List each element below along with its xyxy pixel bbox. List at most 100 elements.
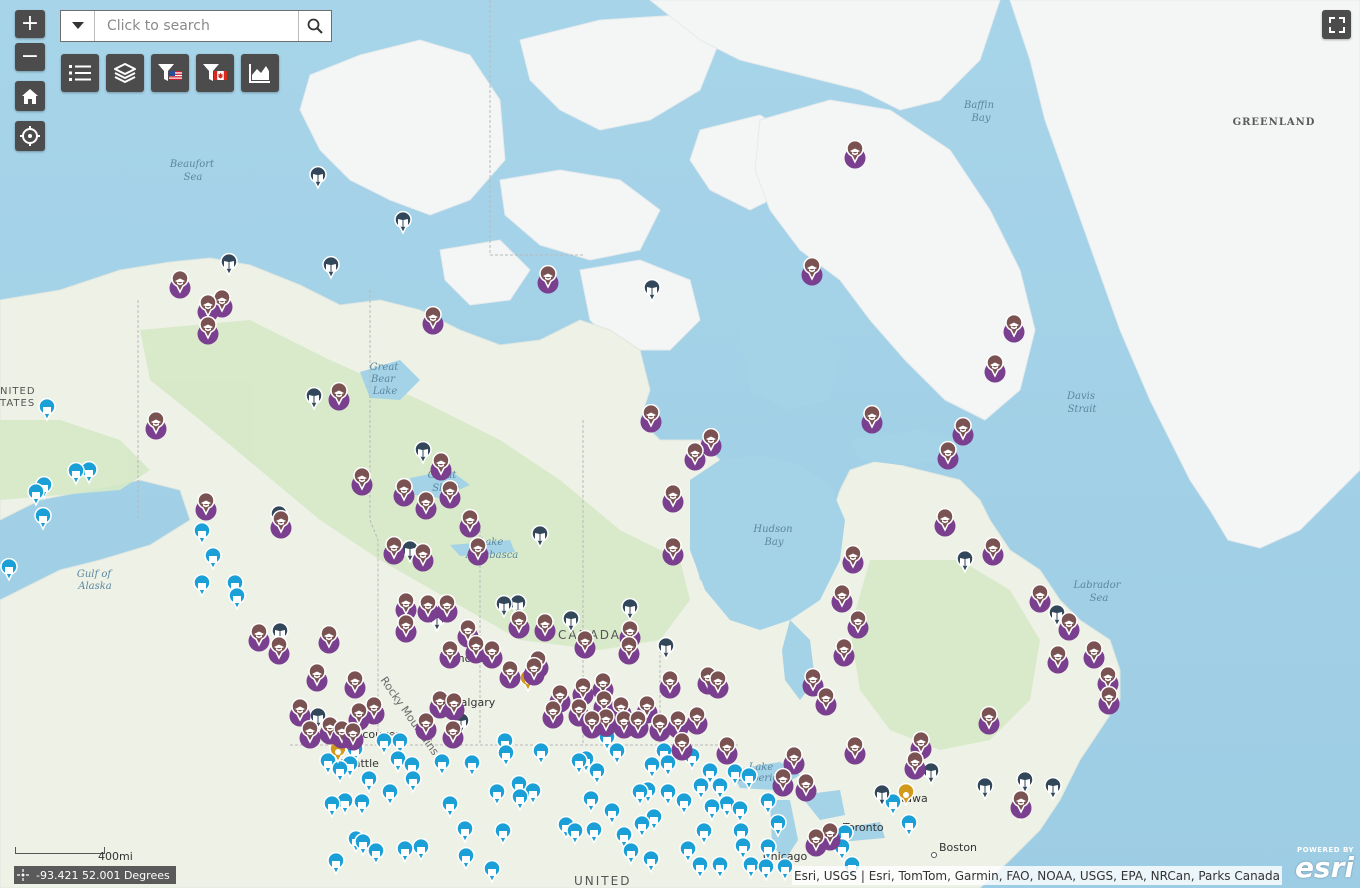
list-button[interactable] <box>61 54 99 92</box>
university-marker[interactable] <box>442 719 464 749</box>
zoom-out-button[interactable]: − <box>15 43 45 71</box>
university-marker[interactable] <box>145 410 167 440</box>
university-marker[interactable] <box>707 669 729 699</box>
university-marker[interactable] <box>195 491 217 521</box>
university-marker[interactable] <box>1003 313 1025 343</box>
university-marker[interactable] <box>801 256 823 286</box>
coordinate-readout[interactable]: -93.421 52.001 Degrees <box>14 866 176 884</box>
university-marker[interactable] <box>328 381 350 411</box>
university-marker[interactable] <box>1047 644 1069 674</box>
university-marker[interactable] <box>671 731 693 761</box>
university-marker[interactable] <box>436 593 458 623</box>
university-marker[interactable] <box>844 735 866 765</box>
university-marker[interactable] <box>523 656 545 686</box>
search-input[interactable] <box>95 11 298 41</box>
university-marker[interactable] <box>270 509 292 539</box>
university-marker[interactable] <box>984 353 1006 383</box>
search-button[interactable] <box>298 11 331 41</box>
university-marker[interactable] <box>415 490 437 520</box>
university-marker[interactable] <box>1010 789 1032 819</box>
esri-logo[interactable]: POWERED BY esri <box>1292 846 1354 886</box>
university-marker[interactable] <box>1058 611 1080 641</box>
university-marker[interactable] <box>772 767 794 797</box>
map-canvas[interactable]: GREENLAND Baffin Bay Beaufort Sea Davis … <box>0 0 1360 888</box>
layers-button[interactable] <box>106 54 144 92</box>
university-marker[interactable] <box>815 686 837 716</box>
university-marker[interactable] <box>542 699 564 729</box>
university-marker[interactable] <box>534 612 556 642</box>
university-marker[interactable] <box>537 264 559 294</box>
university-marker[interactable] <box>467 536 489 566</box>
university-marker[interactable] <box>640 403 662 433</box>
university-marker[interactable] <box>1029 583 1051 613</box>
university-marker[interactable] <box>649 712 671 742</box>
university-marker[interactable] <box>1098 685 1120 715</box>
marker-glyph-icon <box>706 771 714 778</box>
marker-glyph-icon <box>198 531 206 538</box>
university-marker[interactable] <box>700 427 722 457</box>
university-marker[interactable] <box>952 416 974 446</box>
university-marker[interactable] <box>395 613 417 643</box>
university-marker[interactable] <box>847 609 869 639</box>
university-marker[interactable] <box>342 721 364 751</box>
university-marker[interactable] <box>306 662 328 692</box>
university-marker[interactable] <box>169 269 191 299</box>
university-marker[interactable] <box>684 441 706 471</box>
university-marker[interactable] <box>978 705 1000 735</box>
us-filter-button[interactable] <box>151 54 189 92</box>
university-marker[interactable] <box>937 440 959 470</box>
marker-glyph-icon <box>336 769 344 776</box>
marker-glyph-icon <box>764 847 772 854</box>
university-marker[interactable] <box>904 750 926 780</box>
university-marker[interactable] <box>716 735 738 765</box>
university-marker[interactable] <box>627 709 649 739</box>
university-marker[interactable] <box>662 483 684 513</box>
marker-glyph-icon <box>736 809 744 816</box>
university-marker[interactable] <box>443 691 465 721</box>
university-marker[interactable] <box>415 711 437 741</box>
zoom-in-button[interactable]: + <box>15 10 45 38</box>
locate-button[interactable] <box>15 121 45 151</box>
university-marker[interactable] <box>351 466 373 496</box>
fullscreen-button[interactable] <box>1322 10 1351 39</box>
university-marker[interactable] <box>459 508 481 538</box>
university-marker[interactable] <box>574 629 596 659</box>
marker-glyph-icon <box>664 763 672 770</box>
university-marker[interactable] <box>842 544 864 574</box>
university-marker[interactable] <box>618 635 640 665</box>
university-marker[interactable] <box>686 705 708 735</box>
university-marker[interactable] <box>318 624 340 654</box>
university-marker[interactable] <box>833 637 855 667</box>
home-button[interactable] <box>15 81 45 111</box>
university-marker[interactable] <box>439 479 461 509</box>
university-marker[interactable] <box>581 709 603 739</box>
university-marker[interactable] <box>934 507 956 537</box>
university-marker[interactable] <box>417 593 439 623</box>
search-source-dropdown[interactable] <box>61 11 95 41</box>
university-marker[interactable] <box>430 451 452 481</box>
university-marker[interactable] <box>795 772 817 802</box>
university-marker[interactable] <box>662 536 684 566</box>
university-marker[interactable] <box>831 583 853 613</box>
university-marker[interactable] <box>481 639 503 669</box>
university-marker[interactable] <box>844 139 866 169</box>
university-marker[interactable] <box>982 536 1004 566</box>
university-marker[interactable] <box>268 635 290 665</box>
university-marker[interactable] <box>383 535 405 565</box>
university-marker[interactable] <box>393 477 415 507</box>
university-marker[interactable] <box>805 827 827 857</box>
university-marker[interactable] <box>439 639 461 669</box>
university-marker[interactable] <box>422 305 444 335</box>
university-marker[interactable] <box>412 542 434 572</box>
university-marker[interactable] <box>659 669 681 699</box>
university-marker[interactable] <box>861 404 883 434</box>
chart-button[interactable] <box>241 54 279 92</box>
university-marker[interactable] <box>508 609 530 639</box>
university-marker[interactable] <box>299 719 321 749</box>
canada-filter-button[interactable] <box>196 54 234 92</box>
university-marker[interactable] <box>197 315 219 345</box>
university-marker[interactable] <box>1083 639 1105 669</box>
university-marker[interactable] <box>499 659 521 689</box>
university-marker[interactable] <box>248 622 270 652</box>
university-marker[interactable] <box>344 669 366 699</box>
